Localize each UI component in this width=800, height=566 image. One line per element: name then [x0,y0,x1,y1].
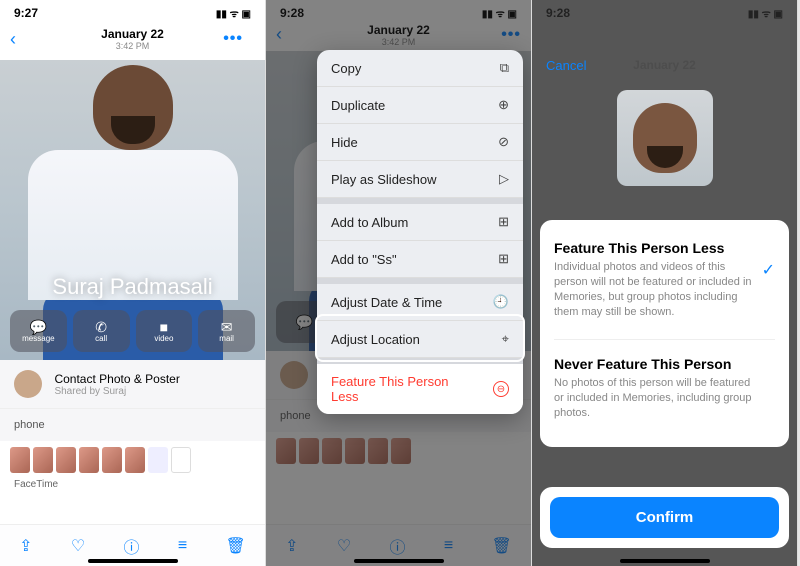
divider [554,339,775,340]
nav-time: 3:42 PM [0,41,265,51]
album-icon: ⊞ [498,214,509,230]
hide-icon: ⊘ [498,134,509,150]
screenshot-2: 9:28 ▮▮ ᯤ ▣ ‹ January 22 3:42 PM ••• Sur… [266,0,532,566]
photo-thumbnails[interactable] [0,441,265,479]
menu-adjust-location[interactable]: Adjust Location⌖ [317,321,523,358]
menu-duplicate[interactable]: Duplicate⊕ [317,87,523,124]
menu-hide[interactable]: Hide⊘ [317,124,523,161]
menu-copy[interactable]: Copy⧉ [317,50,523,87]
remove-icon: ⊖ [493,381,509,397]
option-never-feature[interactable]: Never Feature This Person No photos of t… [554,352,775,435]
trash-icon[interactable]: 🗑 [492,536,512,556]
nav-time: 3:42 PM [266,37,531,47]
nav-title: January 22 3:42 PM [266,23,531,47]
message-icon: 💬 [30,320,47,334]
contact-hero: Suraj Padmasali 💬message ✆call ■video ✉m… [0,60,265,360]
section-title: Contact Photo & Poster [54,372,179,386]
option-title: Never Feature This Person [554,356,775,372]
confirm-button[interactable]: Confirm [550,497,779,538]
nav-title: January 22 3:42 PM [0,27,265,51]
contact-poster-section[interactable]: Contact Photo & Poster Shared by Suraj [0,360,265,409]
menu-slideshow[interactable]: Play as Slideshow▷ [317,161,523,198]
status-icons: ▮▮ ᯤ ▣ [482,6,517,20]
menu-add-ss[interactable]: Add to "Ss"⊞ [317,241,523,278]
message-button[interactable]: 💬message [10,310,67,352]
avatar-icon [280,361,308,389]
nav-bar: ‹ January 22 3:42 PM ••• [0,22,265,60]
confirm-highlight: Confirm [540,487,789,548]
option-feature-less[interactable]: Feature This Person Less Individual phot… [554,236,775,333]
slideshow-icon: ▷ [499,171,509,187]
status-time: 9:28 [546,6,570,20]
menu-feature-less[interactable]: Feature This Person Less⊖ [317,364,523,414]
avatar-icon [14,370,42,398]
call-button[interactable]: ✆call [73,310,130,352]
phone-icon: ✆ [95,320,107,334]
album-icon: ⊞ [498,251,509,267]
mail-icon: ✉ [221,320,233,334]
option-title: Feature This Person Less [554,240,775,256]
nav-bar: ‹ January 22 3:42 PM ••• [266,22,531,51]
info-icon[interactable]: ⓘ [390,534,406,558]
adjust-icon[interactable]: ≡ [444,537,453,555]
duplicate-icon: ⊕ [498,97,509,113]
menu-add-album[interactable]: Add to Album⊞ [317,204,523,241]
feature-options-card: Feature This Person Less Individual phot… [540,220,789,447]
video-button[interactable]: ■video [136,310,193,352]
status-icons: ▮▮ ᯤ ▣ [748,6,783,20]
screenshot-1: 9:27 ▮▮ ᯤ ▣ ‹ January 22 3:42 PM ••• Sur… [0,0,266,566]
location-icon: ⌖ [502,331,509,347]
video-icon: ■ [160,320,168,334]
phone-field-label[interactable]: phone [0,409,265,441]
status-time: 9:28 [280,6,304,20]
cancel-button[interactable]: Cancel [546,58,586,73]
nav-date: January 22 [367,23,430,37]
context-menu: Copy⧉ Duplicate⊕ Hide⊘ Play as Slideshow… [317,50,523,414]
status-bar: 9:28 ▮▮ ᯤ ▣ [532,0,797,22]
nav-date-dim: January 22 [633,58,696,72]
section-subtitle: Shared by Suraj [54,386,179,397]
contact-name: Suraj Padmasali [52,274,212,300]
home-indicator[interactable] [620,559,710,563]
mail-button[interactable]: ✉mail [198,310,255,352]
nav-date: January 22 [101,27,164,41]
trash-icon[interactable]: 🗑 [226,536,246,556]
screenshot-3: 9:28 ▮▮ ᯤ ▣ Cancel January 22 Feature Th… [532,0,798,566]
home-indicator[interactable] [354,559,444,563]
facetime-label: FaceTime [0,479,265,490]
menu-adjust-date[interactable]: Adjust Date & Time🕘 [317,284,523,321]
status-bar: 9:27 ▮▮ ᯤ ▣ [0,0,265,22]
photo-thumbnails[interactable] [266,432,531,470]
info-icon[interactable]: ⓘ [124,534,140,558]
person-thumbnail [617,90,713,186]
hero-actions: 💬message ✆call ■video ✉mail [0,304,265,360]
status-icons: ▮▮ ᯤ ▣ [216,6,251,20]
favorite-icon[interactable]: ♡ [337,536,351,556]
option-desc: Individual photos and videos of this per… [554,260,775,319]
status-bar: 9:28 ▮▮ ᯤ ▣ [266,0,531,22]
share-icon[interactable]: ⇪ [285,536,298,556]
home-indicator[interactable] [88,559,178,563]
clock-icon: 🕘 [493,294,509,310]
favorite-icon[interactable]: ♡ [71,536,85,556]
status-time: 9:27 [14,6,38,20]
option-desc: No photos of this person will be feature… [554,376,775,421]
adjust-icon[interactable]: ≡ [178,537,187,555]
checkmark-icon: ✓ [762,260,775,280]
copy-icon: ⧉ [500,60,509,76]
share-icon[interactable]: ⇪ [19,536,32,556]
